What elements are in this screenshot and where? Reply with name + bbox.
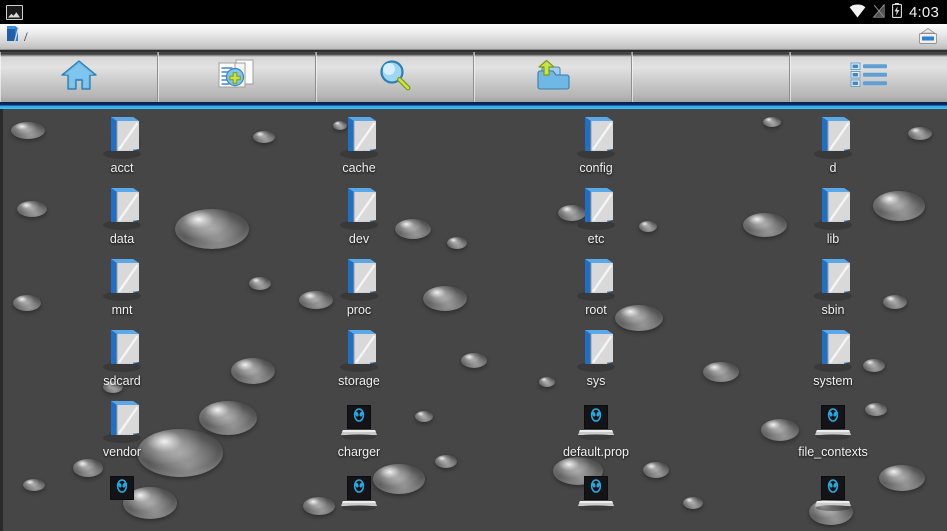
file-label: etc — [587, 232, 605, 246]
status-clock: 4:03 — [909, 3, 939, 21]
file-label: mnt — [111, 303, 133, 317]
folder-icon — [279, 111, 439, 159]
folder-icon — [753, 253, 913, 301]
file-label: data — [109, 232, 135, 246]
file-label: default.prop — [562, 445, 630, 459]
file-item-mnt[interactable]: mnt — [42, 253, 202, 319]
file-label: sbin — [821, 303, 845, 317]
file-item-file-contexts[interactable]: file_contexts — [753, 395, 913, 461]
file-item-storage[interactable]: storage — [279, 324, 439, 390]
file-item-sbin[interactable]: sbin — [753, 253, 913, 319]
file-label: dev — [348, 232, 370, 246]
folder-icon — [279, 182, 439, 230]
file-item-partial-2[interactable] — [516, 466, 676, 514]
folder-icon — [516, 111, 676, 159]
file-grid-area[interactable]: acct cache config d data dev etc lib mnt… — [0, 109, 947, 531]
laptop-alien-file-icon — [279, 395, 439, 443]
battery-charging-icon — [892, 3, 902, 21]
new-file-button[interactable] — [158, 52, 316, 102]
file-item-data[interactable]: data — [42, 182, 202, 248]
file-manager-screen: 4:03 / acct cache config d data dev etc … — [0, 0, 947, 531]
file-label: acct — [110, 161, 134, 175]
file-label: d — [829, 161, 837, 175]
file-label: file_contexts — [798, 445, 868, 459]
file-label: lib — [826, 232, 840, 246]
file-item-root[interactable]: root — [516, 253, 676, 319]
folder-icon — [42, 182, 202, 230]
file-item-partial-0[interactable] — [42, 466, 202, 514]
android-status-bar: 4:03 — [0, 0, 947, 24]
file-item-sdcard[interactable]: sdcard — [42, 324, 202, 390]
blue-folder-icon — [5, 25, 21, 48]
path-bar[interactable]: / — [0, 24, 947, 50]
laptop-alien-file-icon — [516, 395, 676, 443]
laptop-alien-file-icon — [279, 466, 439, 514]
file-item-sys[interactable]: sys — [516, 324, 676, 390]
file-item-acct[interactable]: acct — [42, 111, 202, 177]
file-label: cache — [342, 161, 376, 175]
folder-icon — [279, 253, 439, 301]
file-item-etc[interactable]: etc — [516, 182, 676, 248]
folder-icon — [42, 111, 202, 159]
folder-icon — [516, 253, 676, 301]
parent-folder-button[interactable] — [474, 52, 632, 102]
file-item-lib[interactable]: lib — [753, 182, 913, 248]
laptop-alien-file-icon — [516, 466, 676, 514]
file-item-default-prop[interactable]: default.prop — [516, 395, 676, 461]
folder-icon — [42, 324, 202, 372]
file-label: proc — [346, 303, 372, 317]
magnifier-icon — [378, 59, 412, 96]
file-label: vendor — [102, 445, 142, 459]
new-document-plus-icon — [215, 58, 259, 97]
menu-list-button[interactable] — [790, 52, 947, 102]
file-label: config — [579, 161, 613, 175]
file-item-d[interactable]: d — [753, 111, 913, 177]
screenshot-image-icon[interactable] — [6, 4, 23, 20]
laptop-alien-file-icon — [42, 466, 202, 514]
file-label: storage — [338, 374, 380, 388]
file-item-proc[interactable]: proc — [279, 253, 439, 319]
main-toolbar — [0, 50, 947, 102]
list-menu-icon — [849, 61, 889, 94]
laptop-alien-file-icon — [753, 466, 913, 514]
file-label: charger — [337, 445, 381, 459]
search-button[interactable] — [316, 52, 474, 102]
file-label: sdcard — [103, 374, 141, 388]
home-icon — [60, 59, 97, 96]
laptop-alien-file-icon — [753, 395, 913, 443]
file-grid: acct cache config d data dev etc lib mnt… — [3, 109, 947, 531]
folder-icon — [42, 395, 202, 443]
folder-icon — [753, 324, 913, 372]
home-button[interactable] — [0, 52, 158, 102]
file-item-system[interactable]: system — [753, 324, 913, 390]
folder-icon — [279, 324, 439, 372]
file-item-partial-3[interactable] — [753, 466, 913, 514]
path-text: / — [24, 28, 28, 44]
file-item-charger[interactable]: charger — [279, 395, 439, 461]
signal-no-service-icon — [872, 2, 885, 21]
file-label: root — [585, 303, 607, 317]
folder-icon — [516, 182, 676, 230]
folder-icon — [753, 182, 913, 230]
file-label: sys — [586, 374, 606, 388]
file-item-vendor[interactable]: vendor — [42, 395, 202, 461]
toolbar-accent-line — [0, 102, 947, 109]
status-system-icons[interactable]: 4:03 — [849, 2, 947, 21]
file-item-partial-1[interactable] — [279, 466, 439, 514]
status-notifications[interactable] — [0, 4, 23, 20]
folder-icon — [753, 111, 913, 159]
file-item-config[interactable]: config — [516, 111, 676, 177]
empty-button[interactable] — [632, 52, 790, 102]
file-label: system — [813, 374, 853, 388]
file-item-dev[interactable]: dev — [279, 182, 439, 248]
folder-up-arrow-icon — [533, 58, 573, 97]
folder-icon — [516, 324, 676, 372]
folder-icon — [42, 253, 202, 301]
file-item-cache[interactable]: cache — [279, 111, 439, 177]
wifi-icon — [849, 4, 866, 21]
eject-icon[interactable] — [915, 27, 941, 47]
